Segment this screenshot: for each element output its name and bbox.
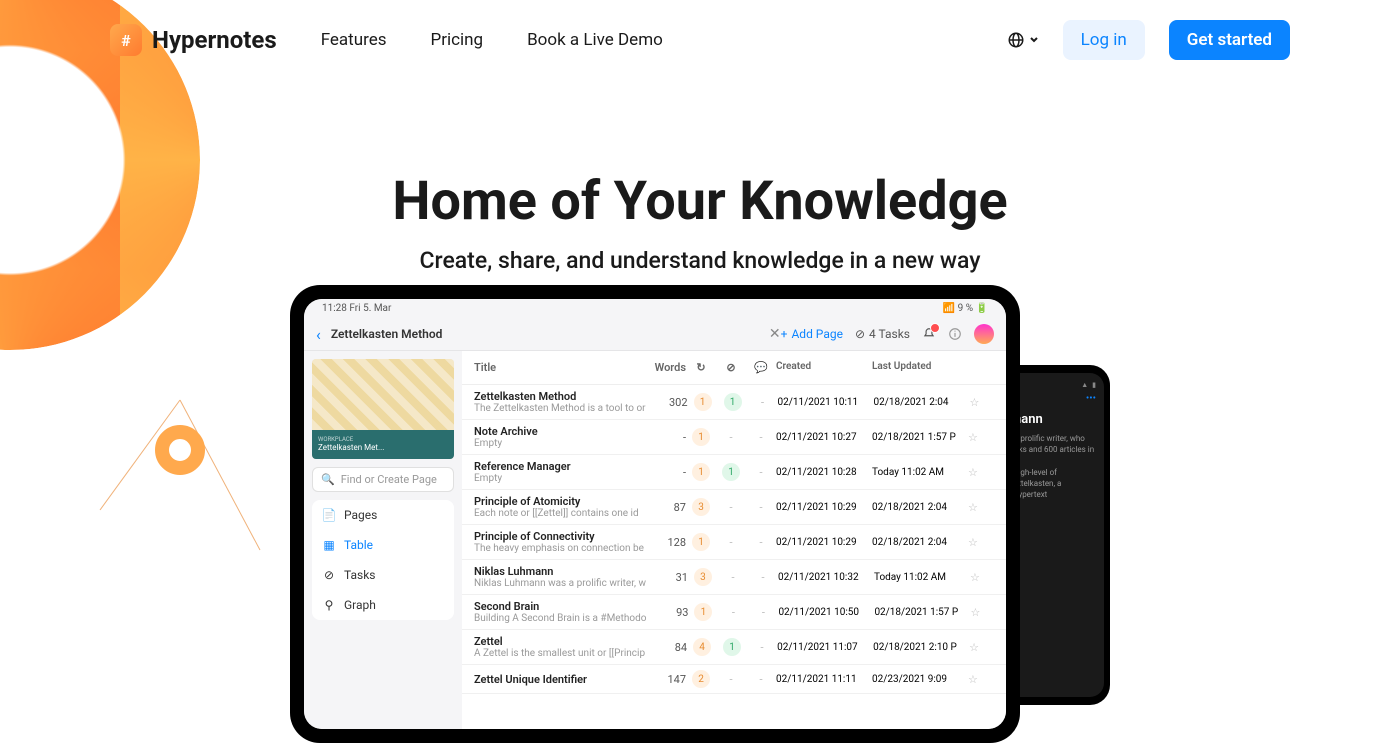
table-row[interactable]: Principle of AtomicityEach note or [[Zet…: [462, 490, 1006, 525]
cover-label: WORKPLACEZettelkasten Met...: [312, 430, 454, 459]
star-icon[interactable]: ☆: [970, 396, 990, 409]
chevron-down-icon: [1029, 35, 1039, 45]
sidebar-item-graph[interactable]: ⚲Graph: [312, 590, 454, 620]
star-icon[interactable]: ☆: [970, 606, 990, 619]
table-row[interactable]: ZettelA Zettel is the smallest unit or […: [462, 630, 1006, 665]
tablet-mockup: 11:28 Fri 5. Mar 📶 9 % 🔋 ‹ Zettelkasten …: [290, 285, 1020, 743]
header-words[interactable]: Words: [644, 361, 686, 374]
table-row[interactable]: Reference ManagerEmpty - 1 1 - 02/11/202…: [462, 455, 1006, 490]
table-header: Title Words ↻ ⊘ 💬 Created Last Updated: [462, 351, 1006, 385]
table-row[interactable]: Note ArchiveEmpty - 1 - - 02/11/2021 10:…: [462, 420, 1006, 455]
avatar[interactable]: [974, 324, 994, 344]
star-icon[interactable]: ☆: [968, 431, 988, 444]
notifications-button[interactable]: [922, 327, 936, 341]
header-refresh-icon[interactable]: ↻: [686, 361, 716, 374]
plus-icon: +: [781, 327, 788, 341]
graph-icon: ⚲: [322, 598, 336, 612]
table-row[interactable]: Second BrainBuilding A Second Brain is a…: [462, 595, 1006, 630]
search-icon: 🔍: [321, 473, 335, 486]
phone-body: a prolific writer, who oks and 600 artic…: [1014, 433, 1096, 500]
table-icon: ▦: [322, 538, 336, 552]
language-selector[interactable]: [1007, 31, 1039, 49]
add-page-button[interactable]: + Add Page: [781, 327, 843, 341]
hero-title: Home of Your Knowledge: [0, 170, 1400, 233]
table-view: Title Words ↻ ⊘ 💬 Created Last Updated Z…: [462, 351, 1006, 729]
tasks-count[interactable]: ⊘ 4 Tasks: [855, 327, 910, 341]
get-started-button[interactable]: Get started: [1169, 20, 1290, 60]
header-comment-icon[interactable]: 💬: [746, 361, 776, 374]
page-icon: 📄: [322, 508, 336, 522]
globe-icon: [1007, 31, 1025, 49]
sidebar-item-tasks[interactable]: ⊘Tasks: [312, 560, 454, 590]
sidebar: WORKPLACEZettelkasten Met... 🔍 Find or C…: [304, 351, 462, 729]
nav-demo[interactable]: Book a Live Demo: [527, 30, 663, 50]
phone-title: nann: [1014, 412, 1096, 427]
hero-subtitle: Create, share, and understand knowledge …: [0, 247, 1400, 274]
star-icon[interactable]: ☆: [968, 536, 988, 549]
star-icon[interactable]: ☆: [970, 571, 990, 584]
phone-more-icon[interactable]: •••: [1086, 393, 1096, 404]
table-row[interactable]: Zettelkasten MethodThe Zettelkasten Meth…: [462, 385, 1006, 420]
hero-section: Home of Your Knowledge Create, share, an…: [0, 170, 1400, 274]
notification-badge: [930, 323, 940, 333]
close-icon[interactable]: ✕: [769, 326, 781, 342]
status-battery: 📶 9 % 🔋: [943, 303, 988, 314]
table-row[interactable]: Zettel Unique Identifier 147 2 - - 02/11…: [462, 665, 1006, 694]
logo-icon: #: [110, 24, 142, 56]
sidebar-item-table[interactable]: ▦Table: [312, 530, 454, 560]
search-input[interactable]: 🔍 Find or Create Page: [312, 467, 454, 492]
breadcrumb[interactable]: Zettelkasten Method: [331, 327, 761, 341]
table-row[interactable]: Principle of ConnectivityThe heavy empha…: [462, 525, 1006, 560]
info-icon[interactable]: [948, 327, 962, 341]
back-button[interactable]: ‹: [316, 325, 321, 344]
decorative-ring-small: [155, 425, 205, 475]
status-bar: 11:28 Fri 5. Mar 📶 9 % 🔋: [304, 299, 1006, 318]
status-time: 11:28 Fri 5. Mar: [322, 303, 391, 314]
phone-status: ▲▮: [1014, 381, 1096, 389]
logo-text: Hypernotes: [152, 26, 277, 54]
sidebar-item-pages[interactable]: 📄Pages: [312, 500, 454, 530]
login-button[interactable]: Log in: [1063, 20, 1145, 60]
header-updated[interactable]: Last Updated: [872, 361, 968, 374]
header-title[interactable]: Title: [474, 361, 644, 374]
nav-pricing[interactable]: Pricing: [431, 30, 484, 50]
check-icon: ⊘: [855, 327, 865, 341]
star-icon[interactable]: ☆: [969, 641, 989, 654]
logo[interactable]: # Hypernotes: [110, 24, 277, 56]
star-icon[interactable]: ☆: [968, 673, 988, 686]
star-icon[interactable]: ☆: [968, 466, 988, 479]
header-check-icon[interactable]: ⊘: [716, 361, 746, 374]
table-row[interactable]: Niklas LuhmannNiklas Luhmann was a proli…: [462, 560, 1006, 595]
top-nav: # Hypernotes Features Pricing Book a Liv…: [0, 0, 1400, 80]
header-created[interactable]: Created: [776, 361, 872, 374]
nav-features[interactable]: Features: [321, 30, 387, 50]
tasks-icon: ⊘: [322, 568, 336, 582]
notebook-cover[interactable]: WORKPLACEZettelkasten Met...: [312, 359, 454, 459]
star-icon[interactable]: ☆: [968, 501, 988, 514]
